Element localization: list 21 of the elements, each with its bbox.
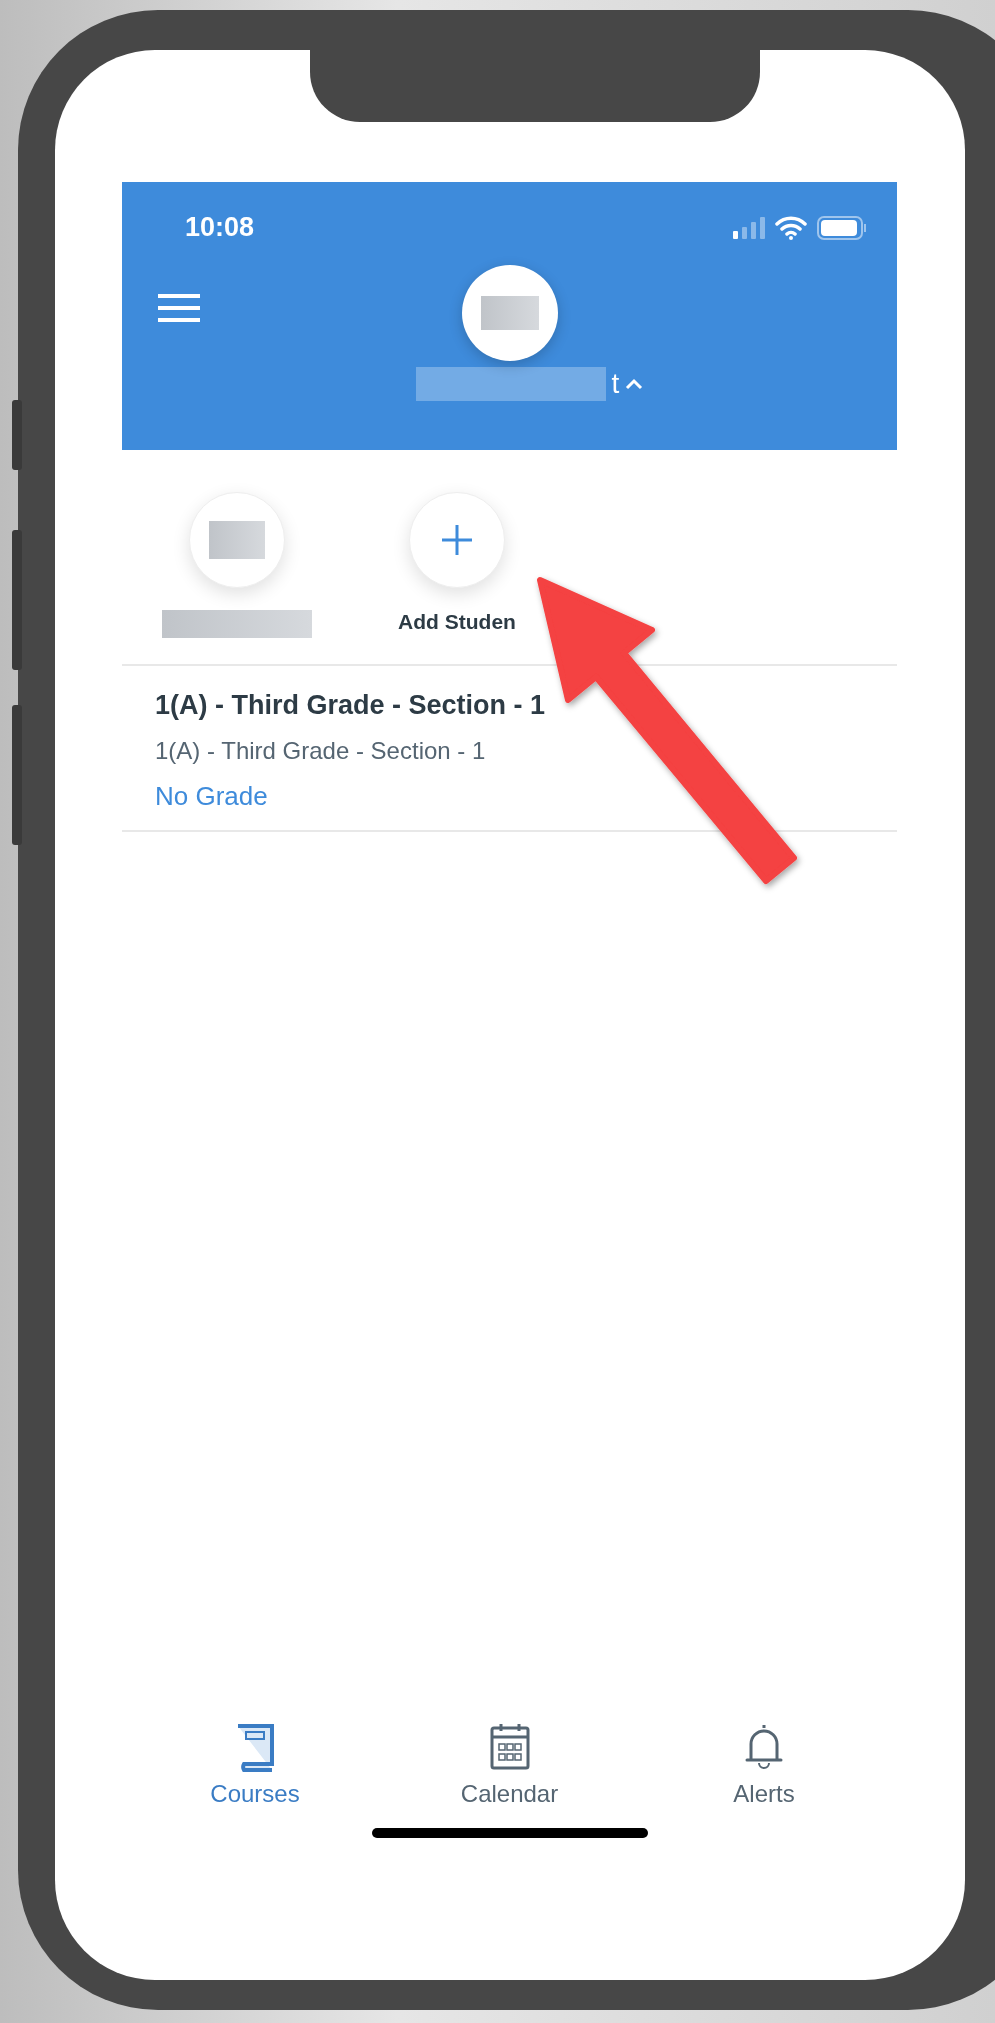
student-switcher[interactable]: t bbox=[415, 367, 644, 401]
course-title: 1(A) - Third Grade - Section - 1 bbox=[155, 690, 547, 721]
bell-icon bbox=[743, 1722, 785, 1772]
signal-icon bbox=[733, 216, 765, 239]
menu-button[interactable] bbox=[158, 293, 200, 323]
redaction-block bbox=[481, 296, 539, 330]
chevron-up-icon bbox=[625, 378, 644, 390]
course-subtitle: 1(A) - Third Grade - Section - 1 bbox=[155, 737, 487, 765]
tab-bar-item[interactable]: Alerts bbox=[689, 1722, 839, 1808]
battery-icon bbox=[817, 215, 867, 240]
add-student-label: Add Studen bbox=[398, 610, 516, 634]
calendar-icon bbox=[488, 1722, 531, 1772]
tab-bar-item[interactable]: Courses bbox=[180, 1722, 330, 1808]
student-name: t bbox=[611, 368, 620, 400]
menu-icon bbox=[158, 293, 200, 323]
course-grade: No Grade bbox=[155, 781, 269, 812]
redaction-block bbox=[209, 521, 265, 559]
status-time: 10:08 bbox=[185, 212, 255, 243]
wifi-icon bbox=[775, 215, 807, 240]
plus-icon bbox=[440, 523, 474, 557]
tab-bar-item[interactable]: Calendar bbox=[434, 1722, 585, 1808]
